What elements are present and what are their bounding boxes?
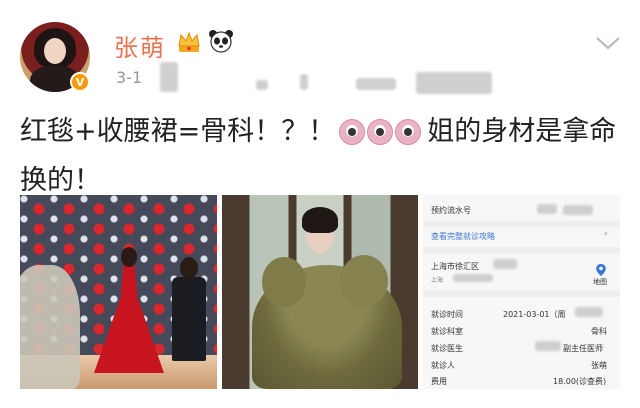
department-label: 就诊科室 xyxy=(431,327,463,336)
chevron-down-icon[interactable] xyxy=(594,34,622,52)
redacted-source xyxy=(300,74,308,90)
redacted-address xyxy=(453,274,493,282)
shocked-face-icon xyxy=(395,119,422,145)
section-divider xyxy=(423,291,620,297)
post-timestamp: 3-1 xyxy=(116,68,143,87)
redacted-weekday xyxy=(575,307,603,317)
redacted-serial xyxy=(563,205,593,215)
panda-icon xyxy=(209,30,233,53)
map-pin-icon[interactable] xyxy=(595,263,607,277)
address-line2: 上海 xyxy=(431,277,444,284)
host-figure xyxy=(172,277,206,361)
redacted-source xyxy=(256,80,268,90)
post-image-receipt[interactable]: 预约流水号 查看完整就诊攻略 › 上海市徐汇区 上海 地图 就诊时间 2021-… xyxy=(423,195,620,389)
username[interactable]: 张萌 xyxy=(114,28,166,63)
redacted-serial xyxy=(537,204,557,214)
avatar-face xyxy=(44,38,66,64)
doctor-label: 就诊医生 xyxy=(431,344,463,353)
gown-sleeve-left xyxy=(262,257,306,307)
visit-time-label: 就诊时间 xyxy=(431,310,463,319)
post-text-line1: 红毯+收腰裙=骨科！？！ xyxy=(20,116,336,147)
serial-label: 预约流水号 xyxy=(431,206,471,215)
crown-icon xyxy=(178,31,200,52)
fee-label: 费用 xyxy=(431,377,447,386)
visit-time-value: 2021-03-01（周 xyxy=(503,310,566,319)
gown-sleeve-right xyxy=(340,255,388,307)
fee-value: 18.00(诊查费) xyxy=(553,377,607,386)
gown-figure-hair xyxy=(302,207,338,233)
section-divider xyxy=(423,221,620,227)
details-link[interactable]: 查看完整就诊攻略 xyxy=(431,231,495,242)
post-image-red-carpet[interactable] xyxy=(20,195,217,389)
redacted-source xyxy=(356,78,396,90)
shocked-face-icon xyxy=(339,119,366,145)
left-figure xyxy=(20,265,80,389)
section-divider xyxy=(423,247,620,253)
verified-badge-icon: V xyxy=(70,72,90,92)
shocked-face-icon xyxy=(367,119,394,145)
department-value: 骨科 xyxy=(591,327,607,336)
host-head xyxy=(180,257,198,279)
emoji-group xyxy=(339,115,423,159)
redacted-address xyxy=(493,259,517,269)
patient-label: 就诊人 xyxy=(431,361,455,370)
redacted-source xyxy=(160,62,178,92)
redacted-source xyxy=(416,72,492,94)
post-image-green-gown[interactable] xyxy=(222,195,418,389)
doctor-value: 副主任医师 xyxy=(563,344,603,353)
chevron-right-icon[interactable]: › xyxy=(604,229,608,239)
patient-value: 张萌 xyxy=(591,361,607,370)
redacted-doctor xyxy=(535,341,561,351)
map-label[interactable]: 地图 xyxy=(593,277,607,287)
address-line1: 上海市徐汇区 xyxy=(431,262,479,271)
figure-head xyxy=(121,247,137,267)
post-text: 红毯+收腰裙=骨科！？！ 姐的身材是拿命换的！ xyxy=(20,110,630,203)
